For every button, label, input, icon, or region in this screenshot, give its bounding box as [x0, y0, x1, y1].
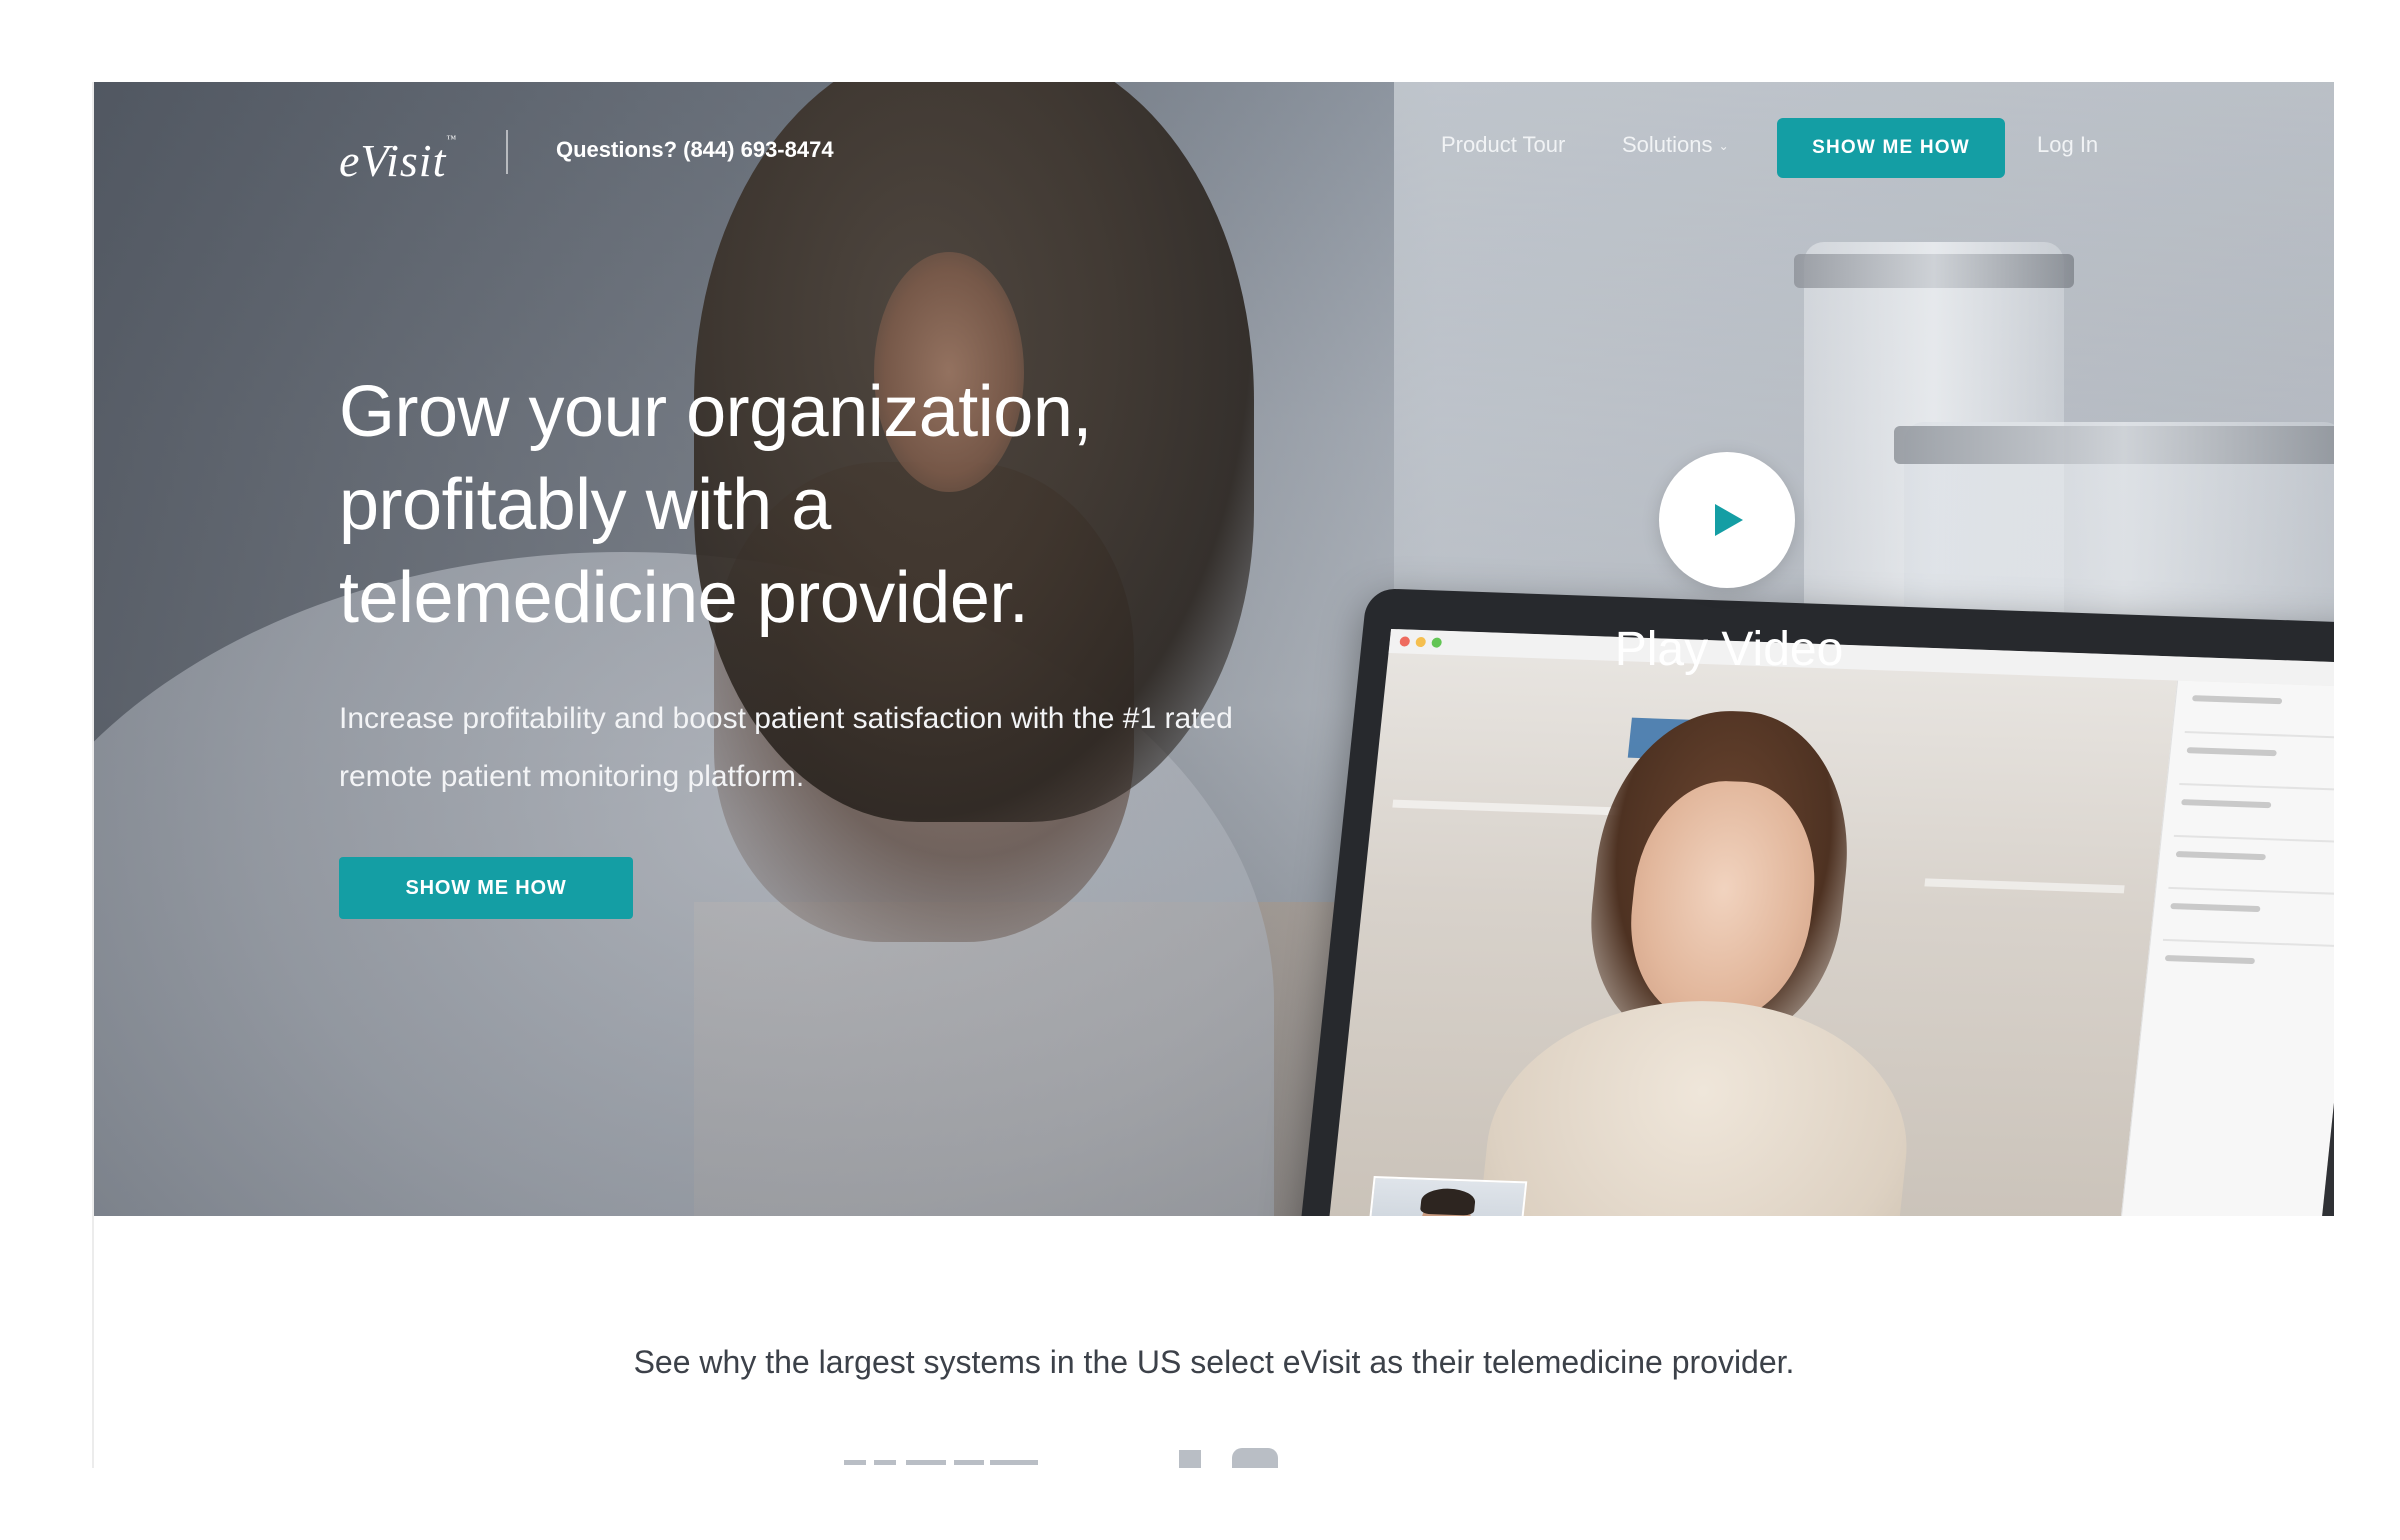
background-jar-lid [1794, 254, 2074, 288]
customer-logo-fragment [906, 1460, 946, 1465]
visit-details-panel [2110, 680, 2334, 1216]
window-maximize-dot [1431, 637, 1443, 648]
customer-logo-fragment [844, 1460, 866, 1465]
window-close-dot [1399, 636, 1411, 647]
page-frame: eVisit™ Questions? (844) 693-8474 Produc… [92, 82, 2334, 1468]
customer-logo-fragment [874, 1460, 896, 1465]
play-video-button[interactable] [1659, 452, 1795, 588]
panel-divider [2162, 938, 2334, 947]
nav-product-tour[interactable]: Product Tour [1441, 132, 1565, 158]
nav-log-in[interactable]: Log In [2037, 132, 2098, 158]
panel-text-line [2164, 954, 2256, 965]
hero-headline: Grow your organization, profitably with … [339, 372, 1092, 638]
hero-section: eVisit™ Questions? (844) 693-8474 Produc… [94, 82, 2334, 1216]
customer-logo-fragment [1232, 1448, 1278, 1468]
customer-logos-strip [94, 1444, 2334, 1468]
shelf [1924, 878, 2125, 894]
logo-text: eVisit [339, 135, 447, 186]
section-tagline: See why the largest systems in the US se… [633, 1344, 1795, 1380]
questions-phone[interactable]: Questions? (844) 693-8474 [556, 137, 834, 163]
panel-text-line [2175, 851, 2267, 861]
window-minimize-dot [1415, 636, 1427, 648]
nav-solutions-label: Solutions [1622, 132, 1713, 157]
panel-divider [2168, 886, 2334, 896]
nav-divider [506, 130, 508, 174]
panel-text-line [2181, 799, 2272, 809]
play-video-label[interactable]: Play Video [1614, 622, 1844, 677]
hero-show-me-how-button[interactable]: SHOW ME HOW [339, 857, 633, 919]
panel-divider [2184, 730, 2334, 740]
panel-text-line [2192, 695, 2283, 705]
patient-body [1471, 993, 1922, 1216]
chevron-down-icon: ⌄ [1718, 139, 1729, 154]
pip-hair [1419, 1187, 1477, 1216]
logo-trademark: ™ [446, 134, 458, 145]
panel-text-line [2186, 747, 2277, 757]
hero-subtext: Increase profitability and boost patient… [339, 702, 1233, 793]
panel-divider [2179, 782, 2334, 792]
evisit-logo[interactable]: eVisit™ [339, 134, 457, 187]
doctor-pip-video [1361, 1176, 1528, 1216]
panel-divider [2173, 834, 2334, 844]
nav-show-me-how-button[interactable]: SHOW ME HOW [1777, 118, 2005, 178]
customer-logo-fragment [990, 1460, 1038, 1465]
customer-logo-fragment [1179, 1450, 1201, 1468]
nav-solutions[interactable]: Solutions ⌄ [1622, 132, 1729, 158]
customer-logo-fragment [954, 1460, 984, 1465]
play-icon [1715, 504, 1743, 536]
background-jar-2-lid [1894, 426, 2334, 464]
panel-text-line [2170, 903, 2261, 913]
laptop-image [1294, 588, 2334, 1216]
laptop-screen [1321, 628, 2334, 1216]
